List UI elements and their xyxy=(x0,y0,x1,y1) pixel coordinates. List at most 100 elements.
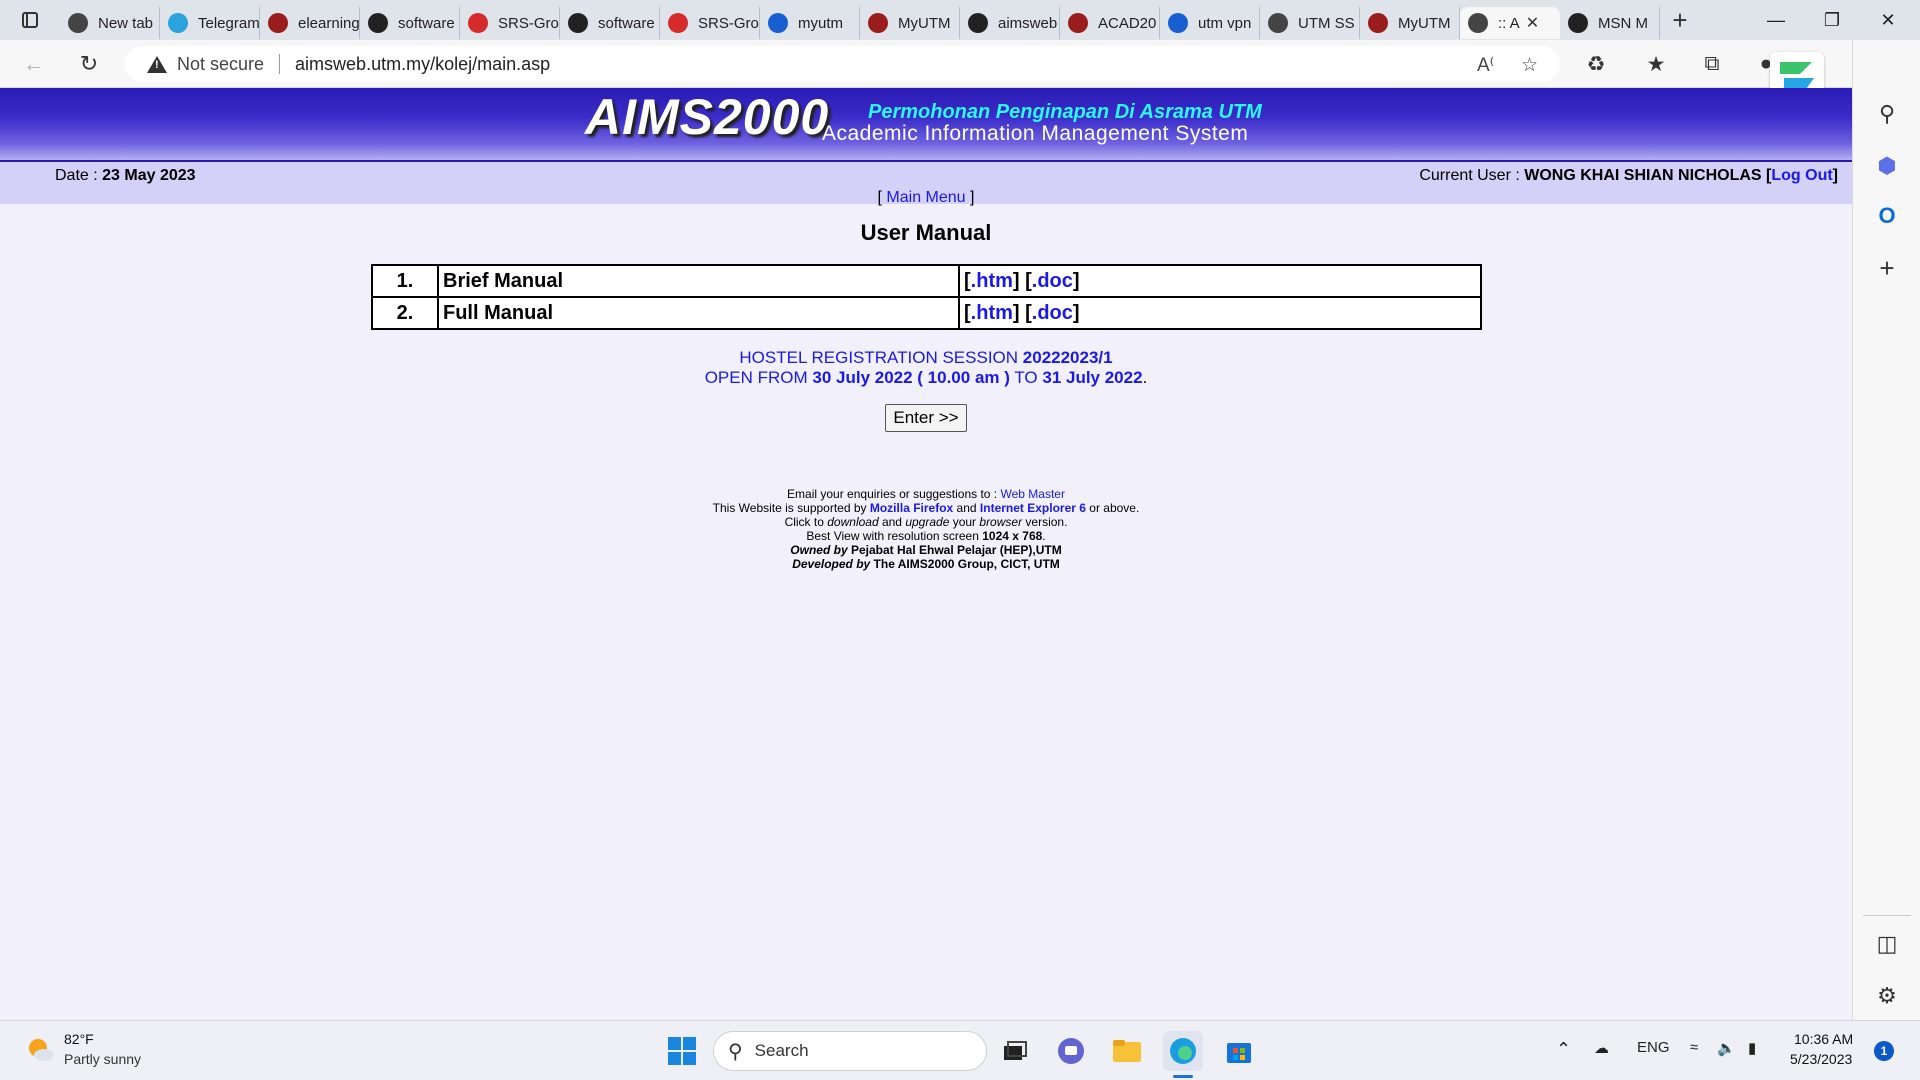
notification-badge[interactable]: 1 xyxy=(1874,1041,1894,1061)
weather-desc[interactable]: Partly sunny xyxy=(64,1051,141,1067)
add-sidebar-app-icon[interactable]: + xyxy=(1873,253,1901,283)
refresh-icon[interactable]: ↻ xyxy=(73,48,105,80)
close-tab-icon[interactable]: ✕ xyxy=(1526,13,1539,33)
collections-icon[interactable]: ⧉ xyxy=(1698,52,1726,76)
favorites-icon[interactable]: ★ xyxy=(1642,52,1670,77)
chevron-up-icon[interactable]: ⌃ xyxy=(1556,1039,1571,1060)
browser-tab[interactable]: New tab xyxy=(60,7,160,39)
taskbar-search-label: Search xyxy=(754,1041,809,1060)
tab-label: MyUTM xyxy=(898,14,951,32)
address-bar[interactable]: Not secure aimsweb.utm.my/kolej/main.asp… xyxy=(125,46,1560,82)
browser-tab[interactable]: :: A ✕ xyxy=(1460,7,1560,39)
browser-tab[interactable]: software xyxy=(560,7,660,39)
manual-links: [.htm] [.doc] xyxy=(958,296,1482,330)
warning-icon[interactable] xyxy=(147,55,167,73)
main-menu-link[interactable]: Main Menu xyxy=(886,189,965,206)
start-windows-icon[interactable] xyxy=(662,1031,702,1071)
page-title: User Manual xyxy=(860,220,992,245)
weather-partly-sunny-icon[interactable] xyxy=(26,1035,56,1065)
browser-tab[interactable]: UTM SS xyxy=(1260,7,1360,39)
utm-icon xyxy=(1068,13,1088,33)
browser-tab[interactable]: elearning xyxy=(260,7,360,39)
minimize-icon[interactable]: — xyxy=(1748,0,1804,40)
onedrive-icon[interactable]: ☁ xyxy=(1594,1039,1609,1057)
tab-label: aimsweb xyxy=(998,14,1058,32)
open-label: OPEN FROM xyxy=(704,368,813,387)
tab-actions-menu-icon[interactable] xyxy=(0,0,60,40)
clock-time[interactable]: 10:36 AM xyxy=(1794,1031,1853,1047)
utm-icon xyxy=(1368,13,1388,33)
close-window-icon[interactable]: ✕ xyxy=(1860,0,1916,40)
developed-label: Developed by xyxy=(792,557,874,571)
weather-temp[interactable]: 82°F xyxy=(64,1031,94,1047)
browser-tab[interactable]: aimsweb xyxy=(960,7,1060,39)
browser-tab[interactable]: MSN M xyxy=(1560,7,1660,39)
htm-link[interactable]: .htm xyxy=(971,302,1013,324)
wifi-icon[interactable]: ≈ xyxy=(1690,1039,1698,1056)
security-status[interactable]: Not secure xyxy=(177,54,264,75)
microsoft-store-icon[interactable] xyxy=(1219,1031,1259,1071)
pdf-icon xyxy=(468,13,488,33)
browser-tab[interactable]: MyUTM xyxy=(860,7,960,39)
extensions-icon[interactable]: ♻ xyxy=(1582,52,1610,77)
office-icon[interactable]: ⬢ xyxy=(1873,152,1901,180)
htm-link[interactable]: .htm xyxy=(971,270,1013,292)
windows-taskbar: 82°F Partly sunny ⚲ Search ⌃ ☁ ENG ≈ 🔈 ▮… xyxy=(0,1020,1920,1080)
tab-label: utm vpn xyxy=(1198,14,1252,32)
search-icon[interactable]: ⚲ xyxy=(1873,100,1901,128)
volume-icon[interactable]: 🔈 xyxy=(1717,1039,1736,1057)
taskbar-search[interactable]: ⚲ Search xyxy=(713,1031,987,1071)
logout-link[interactable]: Log Out xyxy=(1771,167,1832,184)
language-indicator[interactable]: ENG xyxy=(1637,1039,1670,1056)
manual-number: 2. xyxy=(371,296,439,330)
browser-tab[interactable]: Telegram xyxy=(160,7,260,39)
tab-label: ACAD20 xyxy=(1098,14,1157,32)
address-toolbar: ← ↻ Not secure aimsweb.utm.my/kolej/main… xyxy=(0,40,1920,104)
restore-icon[interactable]: ❐ xyxy=(1804,0,1860,40)
new-tab-button[interactable]: + xyxy=(1660,5,1700,36)
date-label: Date : xyxy=(55,167,103,184)
browser-tab[interactable]: utm vpn xyxy=(1160,7,1260,39)
ie-link[interactable]: Internet Explorer 6 xyxy=(980,501,1086,515)
tab-label: SRS-Gro xyxy=(498,14,559,32)
browser-tab[interactable]: software xyxy=(360,7,460,39)
browser-tab[interactable]: SRS-Gro xyxy=(660,7,760,39)
battery-icon[interactable]: ▮ xyxy=(1748,1039,1756,1057)
manual-table: 1. Brief Manual [.htm] [.doc] 2. Full Manual… xyxy=(371,264,1482,330)
doc-link[interactable]: .doc xyxy=(1032,302,1073,324)
session-info: HOSTEL REGISTRATION SESSION 20222023/1 O… xyxy=(0,348,1852,388)
tab-label: software xyxy=(398,14,455,32)
add-favorite-icon[interactable]: ☆ xyxy=(1521,54,1538,77)
search-icon xyxy=(1168,13,1188,33)
clock-date[interactable]: 5/23/2023 xyxy=(1790,1051,1852,1067)
doc-link[interactable]: .doc xyxy=(1032,270,1073,292)
file-explorer-icon[interactable] xyxy=(1107,1031,1147,1071)
enter-button[interactable]: Enter >> xyxy=(885,404,967,432)
tab-label: New tab xyxy=(98,14,154,32)
to-label: TO xyxy=(1009,368,1043,387)
firefox-link[interactable]: Mozilla Firefox xyxy=(870,501,953,515)
back-icon[interactable]: ← xyxy=(18,48,50,80)
manual-row: 2. Full Manual [.htm] [.doc] xyxy=(371,296,1482,330)
webmaster-link[interactable]: Web Master xyxy=(1000,487,1064,501)
browser-tab[interactable]: MyUTM xyxy=(1360,7,1460,39)
outlook-icon[interactable]: O xyxy=(1873,202,1901,230)
browser-tab[interactable]: ACAD20 xyxy=(1060,7,1160,39)
open-to: 31 July 2022 xyxy=(1042,368,1143,387)
hide-sidebar-icon[interactable]: ◫ xyxy=(1873,930,1901,958)
footer-download: download xyxy=(827,515,879,529)
tab-label: Telegram xyxy=(198,14,259,32)
task-view-icon[interactable] xyxy=(995,1031,1035,1071)
tab-label: myutm xyxy=(798,14,843,32)
url-text[interactable]: aimsweb.utm.my/kolej/main.asp xyxy=(295,54,550,75)
browser-tab[interactable]: myutm xyxy=(760,7,860,39)
read-aloud-icon[interactable]: A⁽ xyxy=(1477,54,1494,77)
settings-gear-icon[interactable]: ⚙ xyxy=(1873,982,1901,1010)
tab-label: MyUTM xyxy=(1398,14,1451,32)
teams-chat-icon[interactable] xyxy=(1051,1031,1091,1071)
search-icon: ⚲ xyxy=(728,1040,743,1063)
browser-tab[interactable]: SRS-Gro xyxy=(460,7,560,39)
footer-or-above: or above. xyxy=(1085,501,1140,515)
edge-browser-icon[interactable] xyxy=(1163,1031,1203,1071)
footer-email-text: Email your enquiries or suggestions to : xyxy=(787,487,1001,501)
